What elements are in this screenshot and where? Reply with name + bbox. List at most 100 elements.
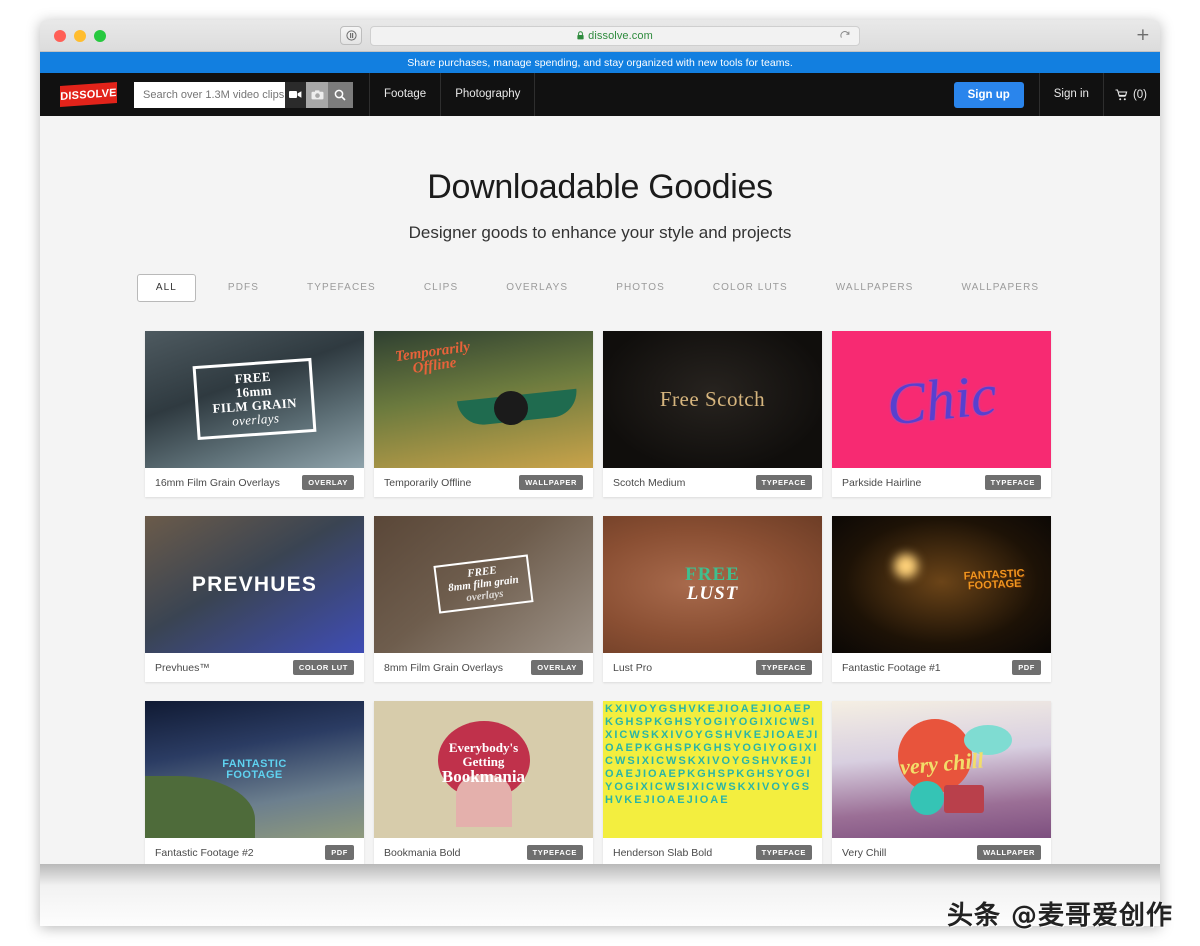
thumbnail-artwork: FREE LUST: [603, 516, 822, 653]
goodie-card[interactable]: Temporarily Offline Temporarily Offline W…: [374, 331, 593, 497]
card-badge: WALLPAPER: [519, 475, 583, 490]
browser-titlebar: dissolve.com +: [40, 20, 1160, 52]
filter-tab-all[interactable]: ALL: [136, 274, 196, 302]
card-badge: TYPEFACE: [755, 845, 812, 860]
card-meta: Fantastic Footage #2 PDF: [145, 838, 364, 867]
filter-tab-wallpapers-1[interactable]: WALLPAPERS: [812, 283, 938, 293]
url-hostname: dissolve.com: [588, 29, 653, 42]
artwork-text: Free Scotch: [659, 387, 766, 411]
card-badge: TYPEFACE: [984, 475, 1041, 490]
card-thumbnail[interactable]: FREE 8mm film grain overlays: [374, 516, 593, 653]
nav-item-photography[interactable]: Photography: [440, 73, 536, 116]
card-title: Henderson Slab Bold: [613, 846, 713, 859]
cart-button[interactable]: (0): [1102, 73, 1160, 116]
promo-banner-text: Share purchases, manage spending, and st…: [407, 56, 793, 69]
card-thumbnail[interactable]: very chill: [832, 701, 1051, 838]
search-submit-button[interactable]: [327, 81, 353, 108]
filter-tab-color-luts[interactable]: COLOR LUTS: [689, 283, 812, 293]
card-thumbnail[interactable]: FANTASTIC FOOTAGE: [832, 516, 1051, 653]
card-meta: Parkside Hairline TYPEFACE: [832, 468, 1051, 497]
filter-tab-typefaces[interactable]: TYPEFACES: [283, 283, 400, 293]
filter-tab-pdfs[interactable]: PDFS: [204, 283, 283, 293]
card-title: Temporarily Offline: [384, 476, 472, 489]
filter-tab-wallpapers-2[interactable]: WALLPAPERS: [937, 283, 1063, 293]
filter-tab-photos[interactable]: PHOTOS: [592, 283, 689, 293]
card-meta: 8mm Film Grain Overlays OVERLAY: [374, 653, 593, 682]
card-badge: WALLPAPER: [977, 845, 1041, 860]
artwork-text: FREE LUST: [685, 564, 740, 604]
minimize-window-button[interactable]: [74, 29, 86, 42]
thumbnail-artwork: PREVHUES: [145, 516, 364, 653]
search-bar: [134, 81, 353, 108]
site-header: DISSOLVE Footage Photography Sign up Sig…: [40, 73, 1160, 116]
artwork-text: KXIVOYGSHVKEJIOAEJIOAEPKGHSPKGHSYOGIYOGI…: [605, 703, 820, 806]
sign-up-button[interactable]: Sign up: [953, 81, 1024, 108]
close-window-button[interactable]: [54, 29, 66, 42]
card-meta: Prevhues™ COLOR LUT: [145, 653, 364, 682]
card-badge: PDF: [1012, 660, 1041, 675]
camera-icon[interactable]: [306, 81, 328, 108]
card-meta: Henderson Slab Bold TYPEFACE: [603, 838, 822, 867]
goodie-card[interactable]: Free Scotch Scotch Medium TYPEFACE: [603, 331, 822, 497]
header-actions: Sign up Sign in (0): [953, 73, 1160, 116]
main-content: Downloadable Goodies Designer goods to e…: [40, 116, 1160, 926]
page-subtitle: Designer goods to enhance your style and…: [408, 223, 792, 242]
reload-icon[interactable]: [839, 30, 851, 42]
artwork-text: FREE 8mm film grain overlays: [433, 554, 534, 615]
page-viewport: Share purchases, manage spending, and st…: [40, 52, 1160, 926]
card-thumbnail[interactable]: KXIVOYGSHVKEJIOAEJIOAEPKGHSPKGHSYOGIYOGI…: [603, 701, 822, 838]
filter-tab-clips[interactable]: CLIPS: [400, 283, 482, 293]
logo-text: DISSOLVE: [60, 86, 117, 103]
card-thumbnail[interactable]: Everybody's Getting Bookmania: [374, 701, 593, 838]
maximize-window-button[interactable]: [94, 29, 106, 42]
artwork-text: very chill: [898, 746, 985, 780]
thumbnail-artwork: FANTASTIC FOOTAGE: [145, 701, 364, 838]
card-thumbnail[interactable]: FANTASTIC FOOTAGE: [145, 701, 364, 838]
search-input[interactable]: [134, 81, 285, 108]
card-title: Lust Pro: [613, 661, 653, 674]
address-bar[interactable]: dissolve.com: [370, 25, 860, 46]
promo-banner[interactable]: Share purchases, manage spending, and st…: [40, 52, 1160, 73]
goodie-card[interactable]: FREE LUST Lust Pro TYPEFACE: [603, 516, 822, 682]
browser-window: dissolve.com + Share purchases, manage s…: [40, 20, 1160, 926]
goodie-card[interactable]: Chic Parkside Hairline TYPEFACE: [832, 331, 1051, 497]
reader-view-icon[interactable]: [340, 26, 362, 45]
card-title: Very Chill: [842, 846, 887, 859]
page-title: Downloadable Goodies: [427, 168, 773, 206]
goodie-card[interactable]: KXIVOYGSHVKEJIOAEJIOAEPKGHSPKGHSYOGIYOGI…: [603, 701, 822, 867]
goodies-grid: FREE 16mm FILM GRAIN overlays 16mm Film Gra…: [145, 331, 1055, 926]
goodie-card[interactable]: very chill Very Chill WALLPAPER: [832, 701, 1051, 867]
card-meta: Scotch Medium TYPEFACE: [603, 468, 822, 497]
card-meta: Lust Pro TYPEFACE: [603, 653, 822, 682]
card-thumbnail[interactable]: Chic: [832, 331, 1051, 468]
artwork-text: Temporarily Offline: [394, 338, 472, 378]
card-title: 8mm Film Grain Overlays: [384, 661, 504, 674]
goodie-card[interactable]: FREE 16mm FILM GRAIN overlays 16mm Film Gra…: [145, 331, 364, 497]
goodie-card[interactable]: PREVHUES Prevhues™ COLOR LUT: [145, 516, 364, 682]
card-thumbnail[interactable]: FREE LUST: [603, 516, 822, 653]
goodie-card[interactable]: FREE 8mm film grain overlays 8mm Film Grai…: [374, 516, 593, 682]
card-title: Bookmania Bold: [384, 846, 461, 859]
card-thumbnail[interactable]: PREVHUES: [145, 516, 364, 653]
video-camera-icon[interactable]: [285, 81, 307, 108]
shopping-cart-icon: [1115, 88, 1128, 100]
goodie-card[interactable]: FANTASTIC FOOTAGE Fantastic Footage #1 PD…: [832, 516, 1051, 682]
goodie-card[interactable]: FANTASTIC FOOTAGE Fantastic Footage #2 PD…: [145, 701, 364, 867]
card-thumbnail[interactable]: Temporarily Offline: [374, 331, 593, 468]
card-title: Parkside Hairline: [842, 476, 922, 489]
cart-count: (0): [1132, 88, 1147, 101]
goodie-card[interactable]: Everybody's Getting Bookmania Bookmania Bo…: [374, 701, 593, 867]
filter-tab-overlays[interactable]: OVERLAYS: [482, 283, 592, 293]
card-thumbnail[interactable]: FREE 16mm FILM GRAIN overlays: [145, 331, 364, 468]
card-meta: Very Chill WALLPAPER: [832, 838, 1051, 867]
window-controls: [54, 29, 106, 42]
thumbnail-artwork: very chill: [832, 701, 1051, 838]
new-tab-button[interactable]: +: [1136, 27, 1150, 44]
card-thumbnail[interactable]: Free Scotch: [603, 331, 822, 468]
nav-item-footage[interactable]: Footage: [369, 73, 440, 116]
sign-in-link[interactable]: Sign in: [1038, 73, 1103, 116]
thumbnail-artwork: FREE 8mm film grain overlays: [374, 516, 593, 653]
dissolve-logo[interactable]: DISSOLVE: [60, 82, 117, 107]
card-badge: COLOR LUT: [292, 660, 354, 675]
card-badge: OVERLAY: [531, 660, 583, 675]
